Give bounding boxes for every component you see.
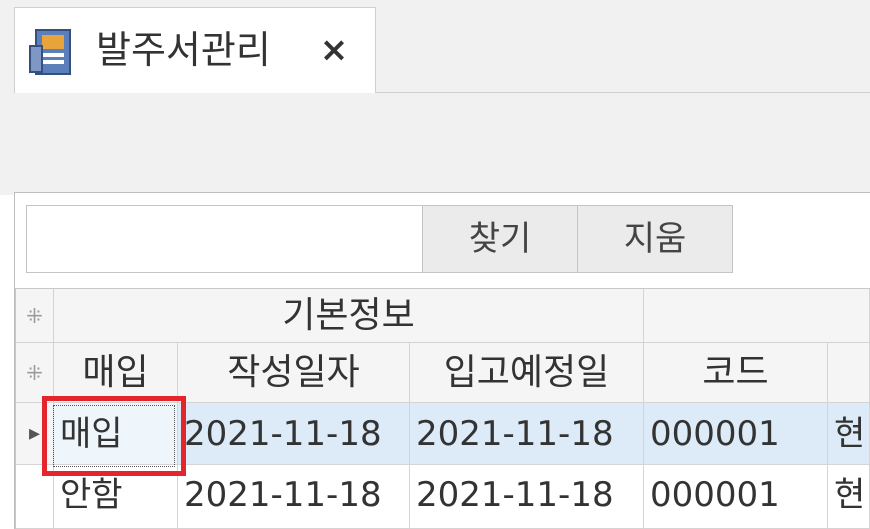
grid-left-border [15, 288, 16, 529]
find-button[interactable]: 찾기 [422, 205, 578, 273]
column-header-purchase[interactable]: 매입 [54, 343, 178, 403]
header-indicator-icon: ⁜ [16, 343, 54, 403]
band-header-basic-info: 기본정보 [54, 289, 644, 343]
tab-strip-divider [375, 92, 870, 93]
grid-top-border [16, 288, 870, 289]
row-pointer-icon: ▸ [16, 403, 54, 465]
column-header-next[interactable] [828, 343, 870, 403]
toolbar-area [0, 93, 870, 193]
column-header-expected-date[interactable]: 입고예정일 [410, 343, 644, 403]
table-cell-expected-date[interactable]: 2021-11-18 [410, 403, 644, 465]
row-indicator [16, 465, 54, 529]
tab-title: 발주서관리 [96, 28, 271, 72]
table-cell-purchase[interactable]: 매입 [54, 403, 178, 465]
table-cell-next[interactable]: 현 [828, 403, 870, 465]
band-header-extra [644, 289, 870, 343]
column-header-code[interactable]: 코드 [644, 343, 828, 403]
table-cell-created-date[interactable]: 2021-11-18 [178, 403, 410, 465]
table-cell-next[interactable]: 현 [828, 465, 870, 529]
band-indicator-icon: ⁜ [16, 289, 54, 343]
clear-button[interactable]: 지움 [577, 205, 733, 273]
table-cell-expected-date[interactable]: 2021-11-18 [410, 465, 644, 529]
close-icon[interactable]: × [314, 30, 354, 70]
document-form-icon [28, 26, 78, 78]
table-cell-code[interactable]: 000001 [644, 403, 828, 465]
table-cell-purchase[interactable]: 안함 [54, 465, 178, 529]
column-header-created-date[interactable]: 작성일자 [178, 343, 410, 403]
search-input[interactable] [26, 205, 423, 273]
table-cell-code[interactable]: 000001 [644, 465, 828, 529]
table-cell-created-date[interactable]: 2021-11-18 [178, 465, 410, 529]
